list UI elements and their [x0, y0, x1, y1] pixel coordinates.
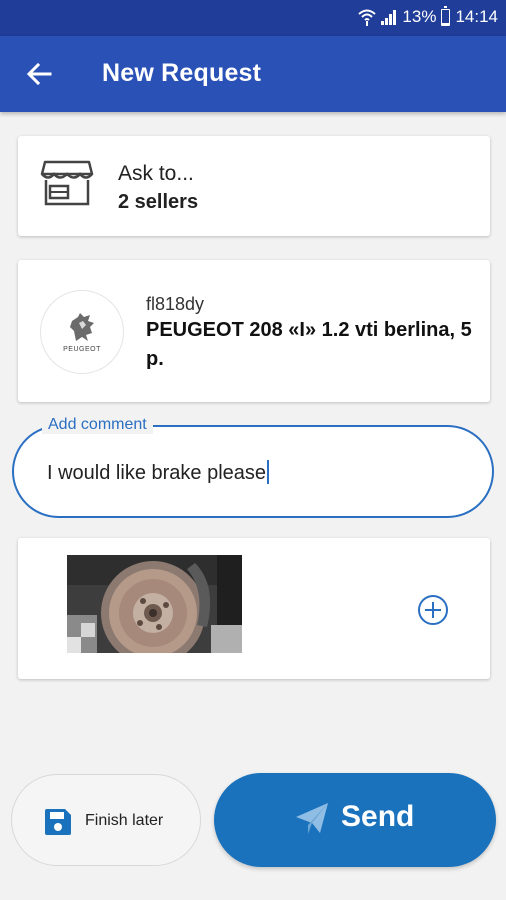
back-button[interactable]	[20, 56, 58, 92]
page-title: New Request	[102, 59, 262, 87]
brake-disc-photo	[67, 555, 242, 653]
sellers-count: 2 sellers	[118, 191, 199, 213]
battery-icon	[441, 5, 451, 26]
ask-to-label: Ask to...	[118, 162, 194, 185]
brand-logo: PEUGEOT	[40, 290, 124, 374]
comment-label: Add comment	[42, 416, 153, 434]
clock: 14:14	[455, 7, 498, 26]
comment-text: I would like brake please	[47, 462, 267, 484]
signal-icon	[381, 10, 397, 25]
license-plate: fl818dy	[146, 294, 205, 314]
sellers-card[interactable]: Ask to... 2 sellers	[18, 136, 490, 236]
battery-percentage: 13%	[402, 7, 437, 26]
plus-circle-icon[interactable]	[417, 594, 449, 626]
app-bar: New Request	[0, 36, 506, 112]
peugeot-lion-icon	[70, 313, 94, 341]
status-bar: 13% 14:14	[0, 0, 506, 36]
wifi-icon	[358, 9, 377, 26]
send-paper-plane-icon	[296, 803, 328, 834]
comment-field[interactable]: Add comment I would like brake please	[12, 416, 494, 518]
arrow-left-icon	[26, 62, 52, 86]
vehicle-name: PEUGEOT 208 «I» 1.2 vti berlina, 5 p.	[146, 319, 472, 370]
photo-thumbnail[interactable]	[67, 555, 242, 653]
comment-input[interactable]: I would like brake please	[47, 460, 270, 485]
brand-logo-text: PEUGEOT	[63, 346, 101, 353]
finish-later-button[interactable]: Finish later	[11, 774, 201, 866]
status-indicators: 13% 14:14	[358, 5, 498, 27]
floppy-disk-icon	[45, 809, 71, 835]
store-icon	[40, 160, 94, 206]
vehicle-card[interactable]: PEUGEOT fl818dy PEUGEOT 208 «I» 1.2 vti …	[18, 260, 490, 402]
send-button[interactable]: Send	[214, 773, 496, 867]
finish-later-label: Finish later	[85, 812, 164, 829]
send-label: Send	[341, 800, 415, 833]
photos-card	[18, 538, 490, 679]
text-cursor	[267, 460, 270, 484]
